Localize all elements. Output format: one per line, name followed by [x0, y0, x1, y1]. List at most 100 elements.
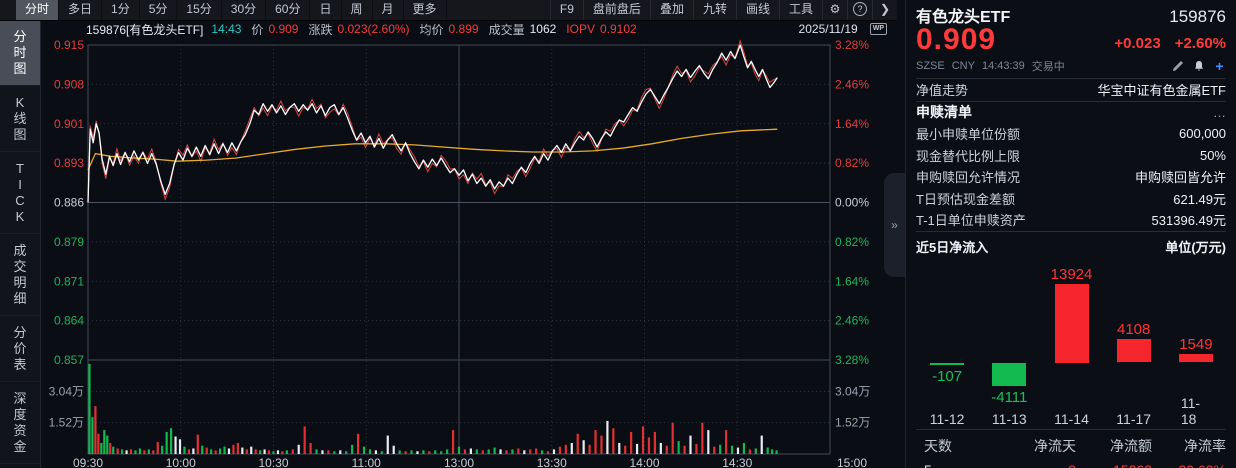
sidebar-item[interactable]: K线图: [0, 86, 40, 152]
collapse-panel-handle[interactable]: »: [884, 173, 905, 277]
quote-panel: 有色龙头ETF 159876 0.909 +0.023+2.60% SZSE C…: [905, 0, 1236, 468]
flow-value-label: 1549: [1179, 336, 1212, 353]
flow-date-label: 11-14: [1054, 411, 1089, 427]
chart-date: 2025/11/19: [799, 22, 858, 36]
period-tab[interactable]: 30分: [222, 0, 266, 20]
intraday-chart-zone: 159876[有色龙头ETF] 14:43 价 0.909 涨跌 0.023(2…: [40, 20, 897, 468]
time-axis-label: 10:30: [258, 456, 288, 468]
change-value: 0.023(2.60%): [337, 22, 409, 36]
add-to-watchlist-icon[interactable]: +: [1213, 60, 1226, 73]
time-axis-label: 14:00: [629, 456, 659, 468]
change-abs: +0.023: [1114, 35, 1160, 52]
period-tab[interactable]: 15分: [177, 0, 221, 20]
flow-bar: [1055, 284, 1089, 363]
sidebar-item[interactable]: 分价表: [0, 316, 40, 382]
sidebar-item[interactable]: 成交明细: [0, 234, 40, 316]
flow-date-label: 11-17: [1116, 411, 1151, 427]
volume-axis-label: 1.52万: [49, 416, 84, 430]
period-tab[interactable]: 周: [342, 0, 373, 20]
intraday-price-chart[interactable]: 0.9153.28%0.9082.46%0.9011.64%0.8930.82%…: [40, 38, 897, 457]
time-axis-label: 11:00: [352, 456, 381, 468]
volume-axis-label: 3.04万: [49, 384, 84, 398]
price-axis-label: 0.915: [54, 38, 84, 52]
price-axis-label: 0.857: [54, 353, 84, 367]
stat-value-cell: 30.63%: [1152, 458, 1226, 468]
period-tab[interactable]: 更多: [404, 0, 447, 20]
volume-label: 成交量: [489, 21, 525, 38]
info-row-label: 申赎清单: [916, 102, 972, 122]
edit-pencil-icon[interactable]: [1171, 60, 1184, 73]
change-pct: +2.60%: [1175, 35, 1226, 52]
period-tab[interactable]: 1分: [102, 0, 140, 20]
period-tab[interactable]: 月: [373, 0, 404, 20]
flow-value-label: -4111: [991, 389, 1027, 406]
tool-button[interactable]: 盘前盘后: [583, 0, 650, 20]
percent-axis-label: 0.82%: [835, 235, 869, 249]
price-axis-label: 0.901: [54, 117, 84, 131]
toolbar-overflow-chevron-icon[interactable]: ❯: [872, 0, 897, 20]
avg-label: 均价: [420, 21, 444, 38]
volume-value: 1062: [530, 22, 557, 36]
period-tab[interactable]: 60分: [266, 0, 310, 20]
net-inflow-title: 近5日净流入: [916, 237, 988, 256]
avg-value: 0.899: [449, 22, 479, 36]
iopv-label: IOPV: [566, 22, 595, 36]
flow-date-label: 11-18: [1181, 395, 1211, 427]
flow-bar: [992, 363, 1026, 386]
info-row-value: 600,000: [1179, 126, 1226, 141]
help-icon[interactable]: ?: [847, 0, 872, 20]
tool-button[interactable]: 叠加: [650, 0, 693, 20]
alert-bell-icon[interactable]: [1192, 60, 1205, 73]
info-row-value[interactable]: …: [1213, 105, 1226, 120]
toolbar-tools: F9盘前盘后叠加九转画线工具 ⚙ ? ❯: [550, 0, 897, 20]
quote-time: 14:43:39: [982, 60, 1025, 72]
price-change-group: +0.023 +2.60%: [1100, 35, 1226, 56]
time-axis-label: 14:30: [722, 456, 752, 468]
wp-window-icon[interactable]: WP: [870, 23, 887, 35]
double-chevron-icon: »: [891, 218, 898, 232]
period-tab[interactable]: 日: [310, 0, 341, 20]
info-row-label: 净值走势: [916, 80, 968, 99]
view-sidebar: 分时图K线图TICK成交明细分价表深度资金: [0, 20, 41, 468]
security-code: 159876: [1169, 7, 1226, 27]
tool-button[interactable]: F9: [550, 0, 583, 20]
settings-gear-icon[interactable]: ⚙: [822, 0, 847, 20]
tool-button[interactable]: 工具: [779, 0, 822, 20]
info-row-value: 华宝中证有色金属ETF: [1097, 80, 1226, 99]
exchange: SZSE: [916, 60, 945, 72]
tool-button[interactable]: 画线: [736, 0, 779, 20]
flow-bar: [930, 363, 964, 365]
flow-bar: [1117, 339, 1151, 362]
percent-axis-label: 1.64%: [835, 274, 869, 288]
price-axis-label: 0.893: [54, 156, 84, 170]
chart-header: 159876[有色龙头ETF] 14:43 价 0.909 涨跌 0.023(2…: [40, 20, 897, 38]
info-row-label: T日预估现金差额: [916, 189, 1015, 208]
price-axis-label: 0.864: [54, 314, 84, 328]
sidebar-item[interactable]: 分时图: [0, 20, 40, 86]
price-axis-label: 0.908: [54, 77, 84, 91]
period-tab[interactable]: 分时: [16, 0, 59, 20]
time-axis: 09:3010:0010:3011:0013:0013:3014:0014:30…: [40, 457, 897, 468]
period-tab[interactable]: 多日: [59, 0, 102, 20]
flow-value-label: -107: [932, 368, 962, 385]
price-axis-label: 0.871: [54, 274, 84, 288]
price-axis-label: 0.886: [54, 196, 84, 210]
price-label: 价: [251, 21, 263, 38]
period-toolbar: 分时多日1分5分15分30分60分日周月更多 F9盘前盘后叠加九转画线工具 ⚙ …: [0, 0, 897, 21]
period-tab[interactable]: 5分: [140, 0, 178, 20]
info-row-value: 531396.49元: [1152, 210, 1226, 229]
info-row-value: 621.49元: [1173, 189, 1226, 208]
info-row-label: 最小申赎单位份额: [916, 124, 1020, 143]
net-inflow-bar-chart: -10711-12-411111-131392411-14410811-1715…: [916, 257, 1226, 427]
sidebar-item[interactable]: TICK: [0, 152, 40, 234]
percent-axis-label: 3.28%: [835, 38, 869, 52]
percent-axis-label: 0.00%: [835, 196, 869, 210]
tool-button[interactable]: 九转: [693, 0, 736, 20]
info-row: 现金替代比例上限50%: [916, 145, 1226, 167]
iopv-value: 0.9102: [600, 22, 637, 36]
net-inflow-header: 近5日净流入 单位(万元): [916, 232, 1226, 257]
info-row: 净值走势 华宝中证有色金属ETF: [916, 79, 1226, 102]
flow-value-label: 4108: [1117, 321, 1150, 338]
sidebar-item[interactable]: 深度资金: [0, 382, 40, 464]
period-tabs: 分时多日1分5分15分30分60分日周月更多: [0, 0, 447, 20]
